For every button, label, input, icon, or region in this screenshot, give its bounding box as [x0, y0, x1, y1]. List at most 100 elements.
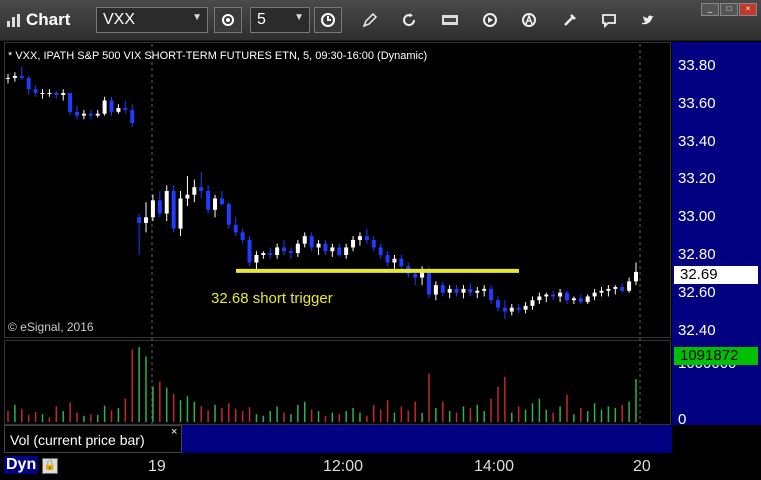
candle-body — [144, 217, 149, 223]
candle-body — [571, 298, 576, 301]
candle-body — [254, 254, 259, 263]
y-tick-label: 32.80 — [678, 246, 716, 263]
volume-bars — [7, 347, 637, 422]
candle-body — [178, 198, 183, 229]
candle-body — [482, 288, 487, 291]
candle-body — [81, 113, 86, 116]
y-tick-label: 33.80 — [678, 57, 716, 74]
candle-body — [537, 296, 542, 301]
candle-body — [302, 236, 307, 244]
candle-body — [330, 247, 335, 252]
candle-body — [551, 294, 556, 297]
candle-body — [185, 194, 190, 199]
candle-body — [261, 253, 266, 255]
candle-body — [282, 247, 287, 252]
candle-body — [226, 204, 231, 225]
last-price-tag: 32.69 — [674, 266, 758, 284]
y-tick-label: 33.40 — [678, 133, 716, 150]
candle-body — [6, 77, 10, 79]
candle-body — [157, 200, 162, 214]
candle-body — [33, 89, 38, 93]
candle-body — [40, 92, 45, 94]
candle-body — [12, 76, 17, 78]
y-tick-label: 33.00 — [678, 208, 716, 225]
candle-body — [371, 239, 376, 248]
x-tick-label: 19 — [148, 458, 166, 475]
candle-body — [440, 285, 445, 293]
candle-body — [523, 305, 528, 310]
volume-last-tag: 1091872 — [674, 347, 758, 365]
candle-body — [219, 198, 224, 205]
candle-body — [447, 288, 452, 293]
chart-overlay — [6, 44, 641, 424]
candle-body — [164, 190, 169, 214]
candle-body — [530, 300, 535, 306]
y-tick-label: 32.60 — [678, 284, 716, 301]
candle-body — [247, 239, 252, 263]
x-tick-label: 12:00 — [323, 458, 364, 475]
candle-body — [385, 254, 390, 263]
candle-body — [627, 281, 632, 291]
candle-body — [489, 288, 494, 301]
candle-body — [475, 290, 480, 293]
candle-body — [68, 92, 73, 112]
candle-body — [130, 109, 135, 124]
candle-body — [26, 77, 31, 90]
candles — [6, 66, 638, 320]
candle-body — [578, 298, 583, 303]
candle-body — [392, 258, 397, 263]
candle-body — [116, 108, 121, 112]
candle-body — [88, 113, 93, 116]
y-tick-label: 33.20 — [678, 170, 716, 187]
candle-body — [192, 187, 197, 195]
candle-body — [61, 92, 66, 95]
candle-body — [240, 232, 245, 240]
candle-body — [461, 288, 466, 293]
candle-body — [564, 292, 569, 301]
x-tick-label: 20 — [633, 458, 651, 475]
candle-body — [316, 243, 321, 248]
candle-body — [592, 292, 597, 297]
candle-body — [171, 190, 176, 229]
y-tick-label: 33.60 — [678, 95, 716, 112]
candle-body — [364, 236, 369, 240]
y-tick-label: 32.40 — [678, 322, 716, 339]
candle-body — [75, 111, 80, 116]
candle-body — [509, 307, 514, 312]
candle-body — [613, 287, 618, 289]
candle-body — [102, 100, 107, 114]
candle-body — [502, 307, 507, 312]
dynamic-mode-label[interactable]: Dyn — [4, 456, 39, 474]
candle-body — [19, 76, 24, 78]
candle-body — [47, 92, 52, 94]
volume-close-icon[interactable]: × — [171, 426, 177, 438]
candle-body — [323, 243, 328, 252]
trigger-annotation: 32.68 short trigger — [211, 290, 333, 307]
x-tick-label: 14:00 — [474, 458, 515, 475]
candle-body — [109, 100, 114, 112]
candle-body — [413, 273, 418, 278]
candle-body — [599, 290, 604, 293]
candle-body — [351, 239, 356, 248]
candle-body — [213, 198, 218, 210]
candle-body — [544, 294, 549, 297]
volume-study-label[interactable]: Vol (current price bar) — [10, 432, 145, 448]
candle-body — [426, 270, 431, 295]
candle-body — [399, 258, 404, 267]
candle-body — [150, 200, 155, 218]
candle-body — [516, 307, 521, 310]
candle-body — [95, 113, 100, 116]
candle-body — [295, 243, 300, 254]
candle-body — [634, 271, 638, 282]
volume-y-tick: 0 — [678, 411, 687, 428]
candle-body — [288, 251, 293, 254]
candle-body — [344, 247, 349, 255]
candle-body — [468, 288, 473, 293]
candle-body — [606, 288, 611, 291]
lock-icon[interactable]: 🔒 — [42, 458, 58, 474]
candle-body — [620, 287, 625, 291]
candle-body — [357, 236, 362, 240]
candle-body — [137, 217, 142, 223]
candle-body — [275, 247, 280, 255]
volume-label-fill — [182, 425, 672, 453]
